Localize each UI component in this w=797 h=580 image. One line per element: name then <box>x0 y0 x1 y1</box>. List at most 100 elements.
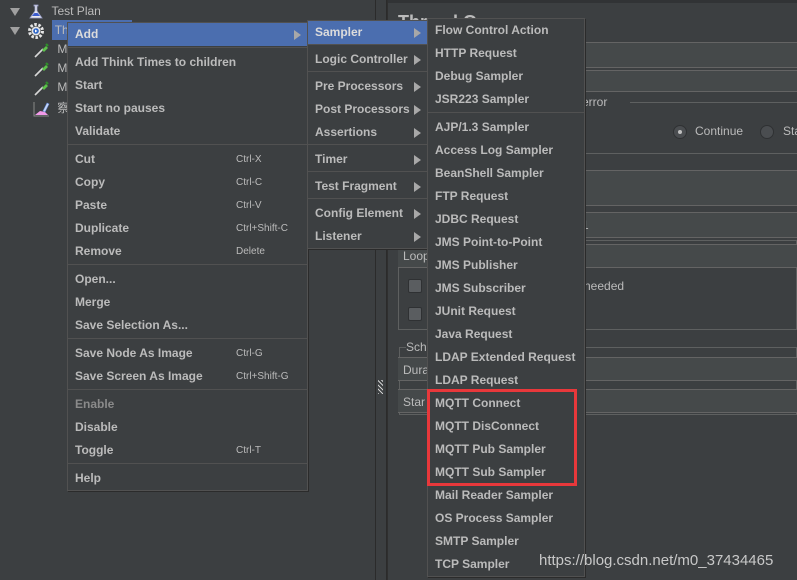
menu-item-label: Add <box>75 27 99 41</box>
continue-radio-label: Continue <box>695 124 744 138</box>
delay-thread-label: needed <box>584 279 625 293</box>
menu-item-mqtt-sub-sampler[interactable]: MQTT Sub Sampler <box>428 461 584 484</box>
menu-item-mqtt-pub-sampler[interactable]: MQTT Pub Sampler <box>428 438 584 461</box>
menu-item-jdbc-request[interactable]: JDBC Request <box>428 208 584 231</box>
menu-item-config-element[interactable]: Config Element <box>308 202 427 225</box>
menu-item-jms-subscriber[interactable]: JMS Subscriber <box>428 277 584 300</box>
menu-item-timer[interactable]: Timer <box>308 148 427 171</box>
menu-item-label: Add Think Times to children <box>75 55 237 69</box>
menu-item-save-screen-as-image[interactable]: Save Screen As Image Ctrl+Shift-G <box>68 365 307 388</box>
menu-item-merge[interactable]: Merge <box>68 291 307 314</box>
menu-item-ftp-request[interactable]: FTP Request <box>428 185 584 208</box>
menu-item-help[interactable]: Help <box>68 467 307 490</box>
menu-item-label: Config Element <box>315 206 404 220</box>
shortcut-label: Ctrl-C <box>236 177 263 188</box>
menu-item-smtp-sampler[interactable]: SMTP Sampler <box>428 530 584 553</box>
menu-item-listener[interactable]: Listener <box>308 225 427 248</box>
menu-item-label: Help <box>75 471 102 485</box>
gear-icon <box>28 22 45 39</box>
menu-item-label: JMS Subscriber <box>435 281 526 295</box>
menu-item-disable[interactable]: Disable <box>68 416 307 439</box>
menu-item-remove[interactable]: Remove Delete <box>68 240 307 263</box>
menu-item-label: MQTT Connect <box>435 396 521 410</box>
menu-item-label: JUnit Request <box>435 304 516 318</box>
menu-item-label: Sampler <box>315 25 363 39</box>
submenu-arrow-icon <box>414 182 421 192</box>
submenu-arrow-icon <box>414 105 421 115</box>
menu-item-junit-request[interactable]: JUnit Request <box>428 300 584 323</box>
menu-item-jms-publisher[interactable]: JMS Publisher <box>428 254 584 277</box>
menu-item-mqtt-disconnect[interactable]: MQTT DisConnect <box>428 415 584 438</box>
menu-item-save-node-as-image[interactable]: Save Node As Image Ctrl-G <box>68 342 307 365</box>
shortcut-label: Ctrl+Shift-C <box>236 223 288 234</box>
menu-item-label: Start <box>75 78 103 92</box>
menu-item-label: Toggle <box>75 443 114 457</box>
menu-item-label: Disable <box>75 420 118 434</box>
menu-item-access-log-sampler[interactable]: Access Log Sampler <box>428 139 584 162</box>
divider-grip-icon[interactable] <box>378 380 383 394</box>
menu-item-mail-reader-sampler[interactable]: Mail Reader Sampler <box>428 484 584 507</box>
tree-item-listener[interactable]: 察 <box>33 98 69 118</box>
menu-item-flow-control-action[interactable]: Flow Control Action <box>428 19 584 42</box>
menu-item-jsr223-sampler[interactable]: JSR223 Sampler <box>428 88 584 111</box>
menu-item-java-request[interactable]: Java Request <box>428 323 584 346</box>
expand-triangle-icon[interactable] <box>10 7 20 16</box>
menu-item-debug-sampler[interactable]: Debug Sampler <box>428 65 584 88</box>
menu-item-add[interactable]: Add <box>68 23 307 46</box>
menu-item-add-think-times-to-children[interactable]: Add Think Times to children <box>68 51 307 74</box>
menu-item-pre-processors[interactable]: Pre Processors <box>308 75 427 98</box>
menu-item-sampler[interactable]: Sampler <box>308 21 427 44</box>
menu-item-label: OS Process Sampler <box>435 511 554 525</box>
menu-item-label: Flow Control Action <box>435 23 549 37</box>
menu-item-ldap-extended-request[interactable]: LDAP Extended Request <box>428 346 584 369</box>
scheduler-checkbox[interactable] <box>408 307 422 321</box>
menu-item-label: Listener <box>315 229 362 243</box>
menu-item-post-processors[interactable]: Post Processors <box>308 98 427 121</box>
menu-item-label: Assertions <box>315 125 378 139</box>
menu-item-ldap-request[interactable]: LDAP Request <box>428 369 584 392</box>
continue-radio[interactable] <box>673 125 687 139</box>
menu-item-beanshell-sampler[interactable]: BeanShell Sampler <box>428 162 584 185</box>
menu-item-enable[interactable]: Enable <box>68 393 307 416</box>
menu-item-duplicate[interactable]: Duplicate Ctrl+Shift-C <box>68 217 307 240</box>
menu-item-label: BeanShell Sampler <box>435 166 544 180</box>
menu-item-label: Test Fragment <box>315 179 397 193</box>
panel-border <box>388 0 797 3</box>
menu-item-test-fragment[interactable]: Test Fragment <box>308 175 427 198</box>
menu-item-label: Copy <box>75 175 105 189</box>
tree-item-test-plan[interactable]: Test Plan <box>10 1 101 21</box>
duration-label: Dura <box>403 363 430 377</box>
menu-item-mqtt-connect[interactable]: MQTT Connect <box>428 392 584 415</box>
start-next-radio[interactable] <box>760 125 774 139</box>
sampler-submenu: Flow Control Action HTTP Request Debug Sam… <box>427 18 585 577</box>
menu-item-ajp-1-3-sampler[interactable]: AJP/1.3 Sampler <box>428 116 584 139</box>
menu-item-label: Enable <box>75 397 115 411</box>
submenu-arrow-icon <box>414 209 421 219</box>
menu-item-label: Mail Reader Sampler <box>435 488 554 502</box>
menu-item-start[interactable]: Start <box>68 74 307 97</box>
menu-item-open[interactable]: Open... <box>68 268 307 291</box>
menu-item-http-request[interactable]: HTTP Request <box>428 42 584 65</box>
shortcut-label: Ctrl+Shift-G <box>236 371 289 382</box>
menu-item-os-process-sampler[interactable]: OS Process Sampler <box>428 507 584 530</box>
menu-item-logic-controller[interactable]: Logic Controller <box>308 48 427 71</box>
menu-item-label: Validate <box>75 124 121 138</box>
menu-item-toggle[interactable]: Toggle Ctrl-T <box>68 439 307 462</box>
delay-thread-checkbox[interactable] <box>408 279 422 293</box>
menu-item-jms-point-to-point[interactable]: JMS Point-to-Point <box>428 231 584 254</box>
menu-item-label: Merge <box>75 295 111 309</box>
menu-item-save-selection-as[interactable]: Save Selection As... <box>68 314 307 337</box>
menu-item-validate[interactable]: Validate <box>68 120 307 143</box>
submenu-arrow-icon <box>414 55 421 65</box>
menu-item-paste[interactable]: Paste Ctrl-V <box>68 194 307 217</box>
menu-item-start-no-pauses[interactable]: Start no pauses <box>68 97 307 120</box>
add-submenu: Sampler Logic Controller Pre Processors Pos… <box>307 20 428 249</box>
loop-label: Loop <box>403 249 430 263</box>
start-next-radio-label: Sta <box>783 124 797 138</box>
startup-delay-label: Star <box>403 395 426 409</box>
menu-item-copy[interactable]: Copy Ctrl-C <box>68 171 307 194</box>
menu-item-assertions[interactable]: Assertions <box>308 121 427 144</box>
expand-triangle-icon[interactable] <box>10 26 20 35</box>
menu-item-cut[interactable]: Cut Ctrl-X <box>68 148 307 171</box>
menu-item-label: Debug Sampler <box>435 69 524 83</box>
